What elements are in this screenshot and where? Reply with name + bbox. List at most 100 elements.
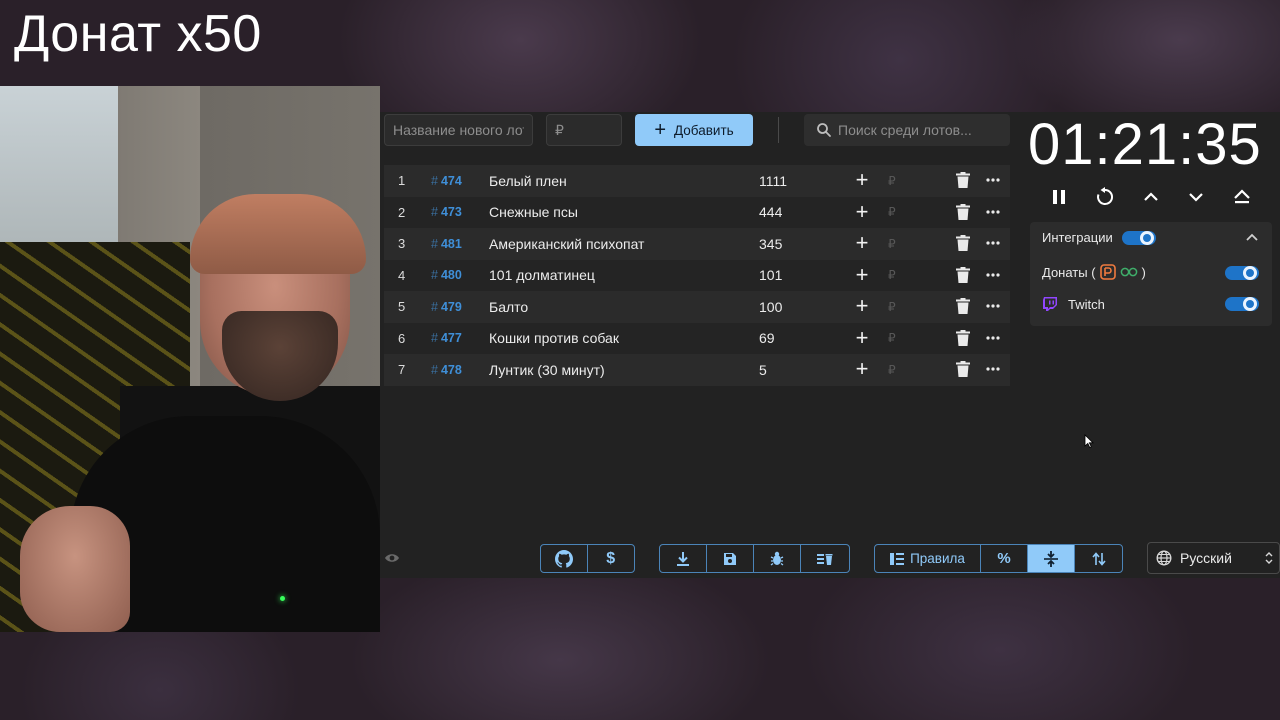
- lot-id-link[interactable]: #480: [431, 268, 462, 282]
- rub-amount-input[interactable]: ₽: [888, 174, 896, 188]
- add-amount-button[interactable]: +: [852, 326, 872, 349]
- lot-search[interactable]: [804, 114, 1010, 146]
- lot-row: 7 #478 Лунтик (30 минут) 5 + ₽: [384, 354, 1010, 386]
- chevron-up-icon[interactable]: [1140, 186, 1162, 208]
- donations-label-prefix: Донаты (: [1042, 264, 1096, 280]
- trash-icon[interactable]: [956, 172, 970, 188]
- search-icon: [817, 123, 831, 137]
- lot-list: 1 #474 Белый плен 1111 + ₽ 2 #473 Снежны…: [384, 165, 1010, 386]
- add-amount-button[interactable]: +: [852, 295, 872, 317]
- chevron-up-icon[interactable]: [1246, 233, 1258, 241]
- links-button-group: $: [540, 544, 635, 573]
- rub-amount-input[interactable]: ₽: [888, 268, 896, 282]
- trash-icon[interactable]: [956, 266, 970, 283]
- rub-amount-input[interactable]: ₽: [888, 237, 896, 251]
- github-icon: [554, 549, 573, 568]
- trash-icon[interactable]: [956, 203, 970, 220]
- rub-amount-input[interactable]: ₽: [888, 300, 896, 314]
- trash-icon[interactable]: [956, 361, 970, 377]
- add-lot-button[interactable]: + Добавить: [635, 114, 753, 146]
- lot-position: 6: [398, 330, 406, 346]
- lot-id: 477: [440, 331, 462, 346]
- compress-button[interactable]: [1028, 545, 1075, 572]
- donations-toggle[interactable]: [1225, 264, 1259, 282]
- lot-id-link[interactable]: #477: [431, 331, 462, 345]
- more-icon[interactable]: [985, 205, 1001, 219]
- lot-id: 479: [440, 299, 462, 314]
- more-icon[interactable]: [985, 362, 1001, 376]
- rules-label: Правила: [910, 551, 965, 566]
- add-amount-button[interactable]: +: [852, 263, 872, 286]
- add-amount-button[interactable]: +: [852, 169, 872, 191]
- lot-position: 1: [398, 173, 406, 189]
- integrations-toggle[interactable]: [1122, 229, 1156, 247]
- pause-icon[interactable]: [1048, 186, 1070, 208]
- percent-button[interactable]: %: [981, 545, 1028, 572]
- chevron-down-icon[interactable]: [1185, 186, 1207, 208]
- lot-id-link[interactable]: #478: [431, 363, 462, 377]
- lot-search-input[interactable]: [838, 122, 1008, 138]
- clear-list-button[interactable]: [801, 545, 849, 572]
- bug-icon: [770, 551, 784, 566]
- hash-icon: #: [431, 236, 438, 251]
- more-icon[interactable]: [985, 236, 1001, 250]
- save-button[interactable]: [707, 545, 754, 572]
- donations-label-suffix: ): [1141, 264, 1146, 280]
- clear-list-icon: [817, 553, 833, 565]
- globe-icon: [1156, 550, 1172, 566]
- new-lot-name-input[interactable]: [384, 114, 533, 146]
- trash-icon[interactable]: [956, 329, 970, 346]
- sort-button[interactable]: [1075, 545, 1122, 572]
- webcam-person-hand: [20, 506, 130, 632]
- lot-position: 3: [398, 236, 406, 252]
- lot-id-link[interactable]: #481: [431, 237, 462, 251]
- add-amount-button[interactable]: +: [852, 232, 872, 254]
- rub-amount-input[interactable]: ₽: [888, 205, 896, 219]
- add-amount-button[interactable]: +: [852, 358, 872, 380]
- lot-name[interactable]: Американский психопат: [489, 236, 644, 252]
- lot-name[interactable]: Лунтик (30 минут): [489, 362, 605, 378]
- bug-report-button[interactable]: [754, 545, 801, 572]
- lot-sum: 100: [759, 298, 783, 315]
- more-icon[interactable]: [985, 299, 1001, 313]
- trash-icon[interactable]: [956, 235, 970, 251]
- lot-id: 481: [440, 236, 462, 251]
- language-select[interactable]: Русский: [1147, 542, 1280, 574]
- rub-amount-input[interactable]: ₽: [888, 363, 896, 377]
- eject-icon[interactable]: [1231, 186, 1253, 208]
- donate-button[interactable]: $: [588, 545, 635, 572]
- rules-button[interactable]: Правила: [875, 545, 981, 572]
- lot-name[interactable]: 101 долматинец: [489, 267, 595, 283]
- lot-sum: 69: [759, 330, 775, 347]
- github-button[interactable]: [541, 545, 588, 572]
- lot-id-link[interactable]: #479: [431, 300, 462, 314]
- lot-id-link[interactable]: #473: [431, 205, 462, 219]
- lot-name[interactable]: Кошки против собак: [489, 330, 619, 346]
- lot-id-link[interactable]: #474: [431, 174, 462, 188]
- lot-toolbar: + Добавить: [384, 114, 1010, 146]
- restart-icon[interactable]: [1094, 186, 1116, 208]
- timer-display: 01:21:35: [1028, 112, 1262, 177]
- compress-icon: [1044, 550, 1058, 567]
- lot-name[interactable]: Белый плен: [489, 173, 567, 189]
- select-arrows-icon: [1265, 552, 1273, 564]
- eye-icon[interactable]: [384, 552, 400, 564]
- twitch-label: Twitch: [1068, 296, 1105, 312]
- lot-name[interactable]: Снежные псы: [489, 204, 578, 220]
- rub-amount-input[interactable]: ₽: [888, 331, 896, 345]
- add-amount-button[interactable]: +: [852, 200, 872, 223]
- save-icon: [724, 552, 736, 565]
- lot-name[interactable]: Балто: [489, 299, 528, 315]
- webcam-led: [280, 596, 285, 601]
- hash-icon: #: [431, 173, 438, 188]
- hash-icon: #: [431, 362, 438, 377]
- more-icon[interactable]: [985, 331, 1001, 345]
- more-icon[interactable]: [985, 268, 1001, 282]
- webcam-window: [0, 86, 118, 246]
- download-button[interactable]: [660, 545, 707, 572]
- more-icon[interactable]: [985, 173, 1001, 187]
- twitch-toggle[interactable]: [1225, 295, 1259, 313]
- new-lot-amount-input[interactable]: [546, 114, 622, 146]
- trash-icon[interactable]: [956, 298, 970, 314]
- lot-position: 4: [398, 267, 406, 283]
